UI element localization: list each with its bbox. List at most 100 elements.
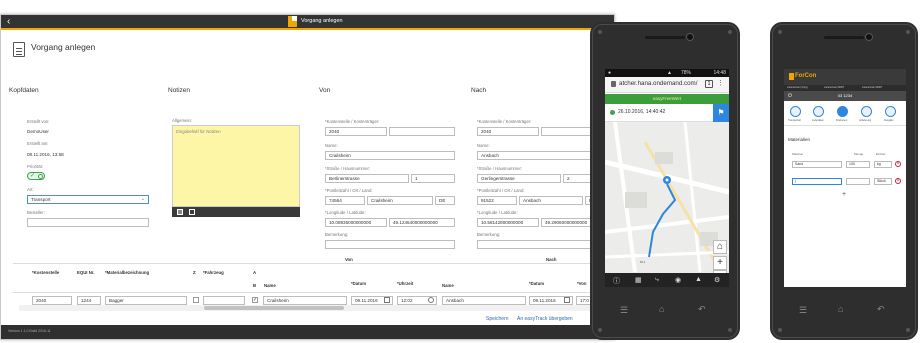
nach-ort-input[interactable]: Ansbach: [519, 196, 583, 205]
nach-kostenstelle-input[interactable]: 2040: [477, 127, 539, 136]
calendar-icon[interactable]: [564, 297, 570, 303]
step-transport-icon[interactable]: [790, 106, 801, 117]
app-header: easyFreeWert: [605, 94, 729, 104]
power-icon[interactable]: ⏻: [788, 91, 792, 101]
accent-line: [1, 28, 614, 30]
add-row-button[interactable]: +: [842, 191, 846, 198]
row-material-input[interactable]: Bagger: [105, 296, 187, 305]
doc-tab[interactable]: Lieferschein (Copy): [787, 86, 808, 89]
zoom-in-button[interactable]: +: [713, 256, 727, 270]
remove-row-icon[interactable]: ×: [895, 161, 901, 167]
step-positionen-icon[interactable]: [837, 106, 848, 117]
nach-name-input[interactable]: Ansbach: [477, 151, 607, 160]
row-equi-input[interactable]: 1244: [77, 296, 101, 305]
tabs-count-icon[interactable]: 1: [705, 80, 713, 88]
von-bemerkung-input[interactable]: [325, 240, 455, 249]
route-icon[interactable]: ⤷: [655, 276, 659, 284]
map-view[interactable]: B14 ⌂ + – Leaflet | Map data © OpenStree…: [605, 122, 729, 287]
nach-longitude-input[interactable]: 10.58142800000000: [477, 218, 539, 227]
row2-menge-input[interactable]: [846, 178, 870, 185]
label-nach-bemerkung: Bemerkung:: [477, 232, 501, 237]
von-kostenstelle-input[interactable]: 2040: [325, 127, 387, 136]
table-horizontal-scrollbar[interactable]: [19, 305, 609, 311]
row1-material-input[interactable]: Sand: [792, 161, 842, 168]
toggle-knob: [38, 174, 43, 179]
remove-row-icon[interactable]: ×: [895, 178, 901, 184]
besteller-input[interactable]: [27, 218, 149, 227]
calendar-icon[interactable]: [384, 297, 390, 303]
url-text[interactable]: atcher.hana.ondemand.com/: [619, 80, 697, 87]
art-select[interactable]: Transport ⌄: [27, 195, 149, 204]
notes-tool-icon[interactable]: [177, 209, 183, 215]
von-ort-input[interactable]: Crailsheim: [367, 196, 433, 205]
back-softkey-icon[interactable]: ↶: [698, 304, 706, 315]
warning-icon[interactable]: ▲: [695, 276, 702, 283]
row-a-checkbox[interactable]: ✓: [252, 297, 258, 303]
send-to-easytrack-button[interactable]: An easyTrack übergeben: [517, 316, 573, 322]
von-land-input[interactable]: DE: [435, 196, 455, 205]
map-road-label: B14: [640, 260, 646, 264]
info-icon[interactable]: ⓘ: [613, 276, 620, 286]
von-plz-input[interactable]: 74564: [325, 196, 365, 205]
von-hausnr-input[interactable]: 1: [411, 174, 455, 183]
row-z-checkbox[interactable]: [193, 297, 199, 303]
nach-strasse-input[interactable]: Gerlingerstrasse: [477, 174, 561, 183]
nach-plz-input[interactable]: 91522: [477, 196, 517, 205]
back-softkey-icon[interactable]: ↶: [877, 304, 885, 315]
col-kostenstelle: *Kostenstelle: [32, 270, 60, 275]
col-von-name: Name: [264, 283, 276, 288]
table-group-von: Von: [345, 257, 353, 262]
notes-textarea[interactable]: Eingabefeld für Notizen: [172, 125, 300, 207]
menu-softkey-icon[interactable]: ☰: [799, 305, 807, 316]
col-nach-datum: *Datum: [529, 281, 545, 286]
table-group-nach: Nach: [546, 257, 557, 262]
label-von-strasse: *Straße / Hausnummer:: [325, 166, 371, 171]
status-icons: ●: [608, 70, 612, 76]
von-name-input[interactable]: Crailsheim: [325, 151, 455, 160]
chevron-left-icon[interactable]: ‹: [7, 15, 10, 28]
priority-toggle[interactable]: ✓: [27, 172, 45, 180]
col-fahrzeug: *Fahrzeug: [203, 270, 224, 275]
camera-icon[interactable]: ◉: [675, 276, 681, 284]
menu-softkey-icon[interactable]: ☰: [620, 305, 628, 316]
von-latitude-input[interactable]: 49.124540000000000: [389, 218, 455, 227]
clock-icon[interactable]: [428, 297, 434, 303]
document-icon[interactable]: ▦: [635, 276, 642, 284]
label-nach-name: Name:: [477, 143, 490, 148]
tracking-info: 26.10.2016, 14:40:42 ⚑: [605, 104, 729, 122]
row2-material-input[interactable]: |: [792, 178, 842, 185]
footer-bar: Version 1.1.0 Build 2016-11: [1, 325, 614, 339]
row-kostenstelle-input[interactable]: 2040: [32, 296, 72, 305]
col-material: Material: [792, 152, 803, 156]
browser-address-bar[interactable]: atcher.hana.ondemand.com/ 1 ⋮: [605, 77, 729, 93]
home-softkey-icon[interactable]: ⌂: [838, 304, 843, 314]
home-softkey-icon[interactable]: ⌂: [659, 304, 664, 314]
row2-einheit-select[interactable]: Stück: [874, 178, 892, 185]
von-strasse-input[interactable]: Berlinerstrasse: [325, 174, 409, 183]
scrollbar-thumb[interactable]: [204, 306, 344, 310]
map-roads: [605, 122, 729, 272]
step-anlieferung-icon[interactable]: [861, 106, 872, 117]
von-longitude-input[interactable]: 10.08935000000000: [325, 218, 387, 227]
location-pin-icon[interactable]: ⚑: [713, 104, 729, 122]
col-einheit: Einheit: [876, 152, 886, 156]
save-button[interactable]: Speichern: [486, 316, 509, 322]
nach-bemerkung-input[interactable]: [477, 240, 607, 249]
row-von-name-input[interactable]: Crailsheim: [263, 296, 347, 305]
step-freigabe-icon[interactable]: [885, 106, 896, 117]
doc-tab[interactable]: Lieferschein 00007: [862, 86, 882, 89]
doc-tab[interactable]: Lieferschein 00007: [824, 86, 844, 89]
row1-einheit-select[interactable]: kg: [874, 161, 892, 168]
notes-tool-icon[interactable]: [189, 209, 195, 215]
row1-menge-input[interactable]: 100: [846, 161, 870, 168]
col-b: B: [253, 283, 257, 288]
von-kostentraeger-input[interactable]: [389, 127, 455, 136]
more-vert-icon[interactable]: ⋮: [717, 79, 724, 87]
step-lieferdaten-icon[interactable]: [813, 106, 824, 117]
document-number: 03 1234: [837, 93, 853, 98]
home-icon[interactable]: ⌂: [713, 240, 727, 254]
gear-icon[interactable]: ⚙: [714, 276, 720, 284]
row-fahrzeug-input[interactable]: [203, 296, 245, 305]
col-nach-name: Name: [442, 283, 454, 288]
row-nach-name-input[interactable]: Ansbach: [442, 296, 526, 305]
